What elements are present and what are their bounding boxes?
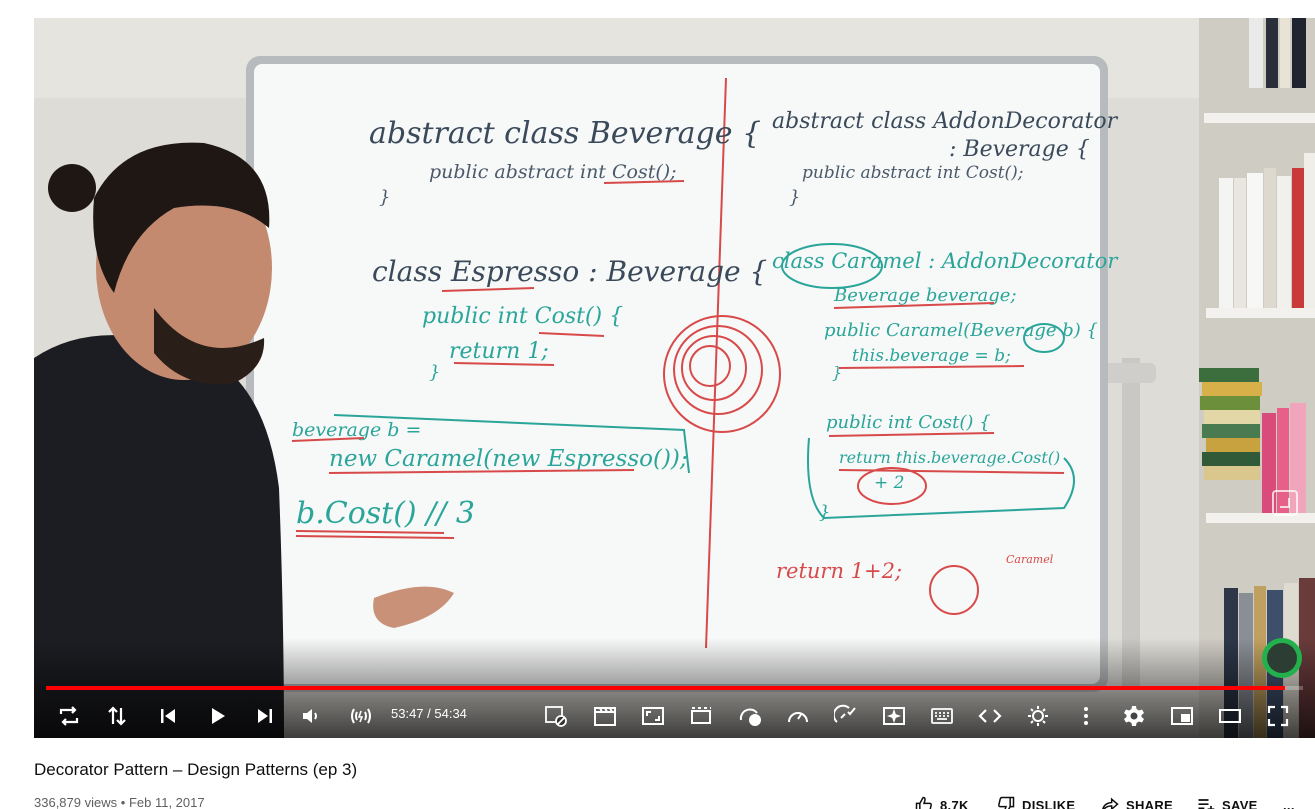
thumbs-down-icon: [998, 796, 1015, 809]
publish-date: Feb 11, 2017: [128, 795, 205, 809]
video-player[interactable]: abstract class Beverage { public abstrac…: [34, 18, 1315, 738]
playlist-add-icon: [1198, 799, 1215, 809]
save-button[interactable]: SAVE: [1196, 795, 1258, 809]
board-left-line9: new Caramel(new Espresso());: [329, 446, 688, 472]
settings-button[interactable]: [1118, 700, 1150, 732]
board-right-line1: abstract class AddonDecorator: [772, 109, 1119, 134]
progress-bar[interactable]: [46, 686, 1303, 690]
speed-badge-icon: [739, 708, 761, 726]
sort-icon: [108, 706, 126, 726]
crop-button[interactable]: [637, 700, 669, 732]
code-icon: [978, 709, 1002, 723]
fullscreen-icon: [1267, 705, 1289, 727]
board-left-line7: }: [429, 362, 440, 383]
previous-button[interactable]: [152, 700, 184, 732]
more-options-button[interactable]: [1070, 700, 1102, 732]
sparkle-button[interactable]: [878, 700, 910, 732]
channel-avatar[interactable]: [1262, 638, 1302, 678]
more-vert-icon: [1084, 707, 1088, 725]
board-right-line14: return 1+2;: [776, 559, 902, 583]
board-left-line3: }: [379, 187, 390, 208]
live-audio-button[interactable]: [345, 700, 377, 732]
view-count: 336,879 views: [34, 795, 118, 809]
keyboard-button[interactable]: [926, 700, 958, 732]
code-button[interactable]: [974, 700, 1006, 732]
loop-icon: [59, 706, 79, 726]
miniplayer-icon: [1171, 707, 1193, 725]
board-right-line13: }: [819, 502, 830, 523]
ad-block-button[interactable]: [540, 700, 572, 732]
loop-button[interactable]: [53, 700, 85, 732]
settings-icon: [1124, 706, 1144, 726]
share-icon: [1102, 797, 1119, 809]
next-icon: [258, 709, 272, 723]
speed-badge-button[interactable]: [734, 700, 766, 732]
board-left-line4: class Espresso : Beverage {: [372, 255, 767, 288]
dislike-button[interactable]: DISLIKE: [996, 795, 1075, 809]
more-actions-button[interactable]: ...: [1283, 795, 1295, 809]
video-frame[interactable]: abstract class Beverage { public abstrac…: [34, 18, 1315, 738]
fullscreen-button[interactable]: [1262, 700, 1294, 732]
live-audio-icon: [351, 708, 371, 724]
video-title: Decorator Pattern – Design Patterns (ep …: [34, 760, 358, 779]
video-meta: 336,879 views • Feb 11, 2017: [34, 795, 205, 809]
board-left-line2: public abstract int Cost();: [429, 161, 677, 183]
more-actions-icon: ...: [1283, 797, 1295, 809]
share-label: SHARE: [1126, 797, 1174, 809]
speedometer-button[interactable]: [782, 700, 814, 732]
board-right-line7: public Caramel(Beverage b) {: [824, 320, 1098, 341]
play-button[interactable]: [201, 700, 233, 732]
play-icon: [212, 708, 225, 724]
meta-separator: •: [120, 795, 126, 809]
frame-icon: [691, 707, 711, 724]
brightness-button[interactable]: [1022, 700, 1054, 732]
volume-button[interactable]: [295, 700, 327, 732]
speed-check-icon: [834, 704, 856, 723]
frame-button[interactable]: [685, 700, 717, 732]
theater-clapper-button[interactable]: [589, 700, 621, 732]
ad-block-icon: [545, 706, 567, 727]
thumbs-up-icon: [915, 796, 932, 809]
share-button[interactable]: SHARE: [1100, 795, 1173, 809]
avatar-face: [1267, 643, 1297, 673]
board-right-line15: Caramel: [1006, 553, 1054, 566]
speedometer-icon: [788, 712, 808, 723]
theater-mode-button[interactable]: [1214, 700, 1246, 732]
miniplayer-button[interactable]: [1166, 700, 1198, 732]
board-left-line5: public int Cost() {: [422, 304, 623, 329]
board-right-line5: class Caramel : AddonDecorator: [772, 249, 1119, 273]
keyboard-icon: [931, 708, 953, 724]
board-right-line3: public abstract int Cost();: [802, 163, 1024, 183]
speed-check-button[interactable]: [830, 700, 862, 732]
board-right-line10: public int Cost() {: [826, 412, 991, 433]
dislike-label: DISLIKE: [1022, 797, 1076, 809]
theater-mode-icon: [1219, 709, 1241, 723]
board-left-line1: abstract class Beverage {: [369, 116, 761, 151]
volume-icon: [303, 709, 317, 723]
board-right-line4: }: [789, 187, 800, 208]
save-label: SAVE: [1222, 797, 1258, 809]
board-right-line11: return this.beverage.Cost(): [839, 448, 1060, 467]
theater-clapper-icon: [594, 707, 616, 726]
board-left-line6: return 1;: [449, 339, 549, 364]
board-right-line12: + 2: [874, 473, 904, 493]
like-button[interactable]: 8.7K: [914, 795, 969, 809]
player-controls: 53:47 / 54:34: [34, 696, 1315, 736]
time-display: 53:47 / 54:34: [391, 706, 467, 721]
board-right-line9: }: [832, 363, 842, 382]
next-button[interactable]: [249, 700, 281, 732]
crop-icon: [642, 707, 664, 725]
sparkle-icon: [883, 707, 905, 725]
progress-played: [46, 686, 1286, 690]
brightness-icon: [1028, 706, 1048, 726]
sort-button[interactable]: [101, 700, 133, 732]
bookshelf: [1199, 18, 1315, 738]
board-left-line10: b.Cost() // 3: [296, 496, 475, 531]
like-count: 8.7K: [940, 797, 969, 809]
board-right-line2: : Beverage {: [949, 137, 1090, 162]
expand-overlay-icon[interactable]: [1272, 490, 1298, 516]
previous-icon: [161, 709, 175, 723]
board-right-line8: this.beverage = b;: [852, 346, 1011, 366]
